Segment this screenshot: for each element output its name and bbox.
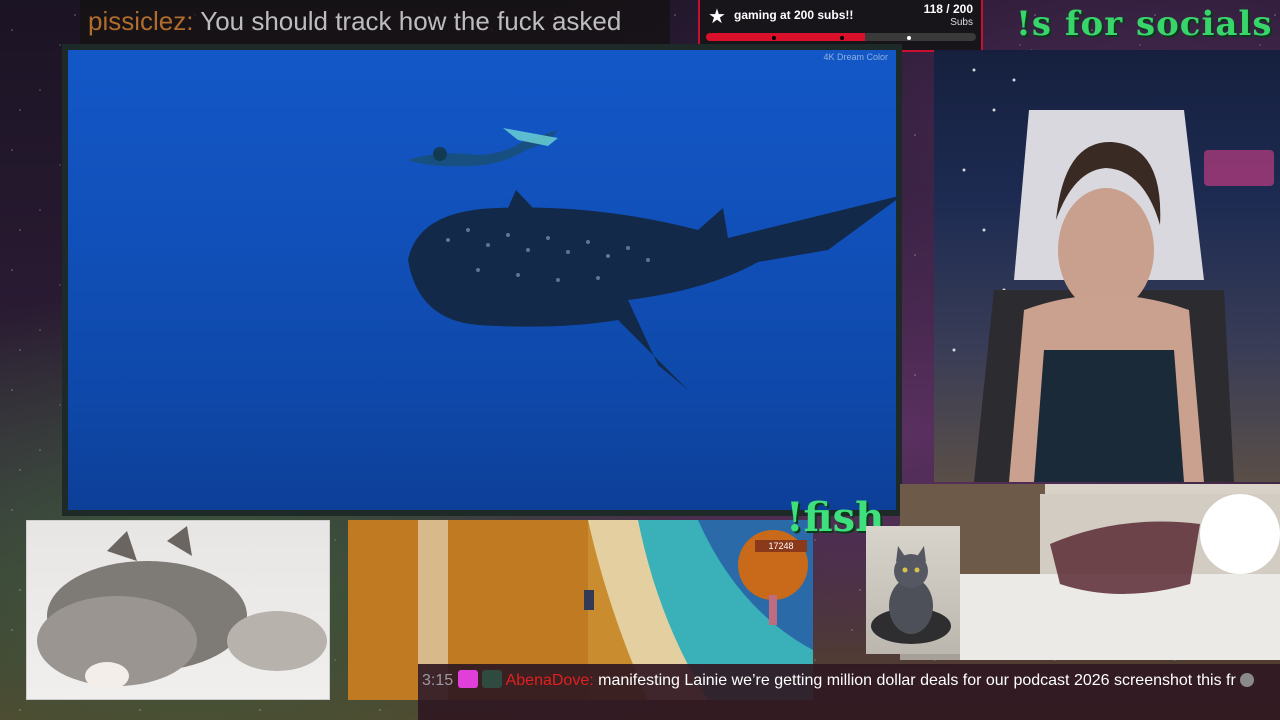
streamer-figure xyxy=(952,68,1274,482)
goal-title: gaming at 200 subs!! xyxy=(734,8,854,22)
chat-timestamp: 3:15 xyxy=(422,672,454,689)
video-watermark: 4K Dream Color xyxy=(823,52,888,62)
top-chat-message: pissiclez: You should track how the fuck… xyxy=(80,0,670,44)
goal-marker xyxy=(840,36,844,40)
chat-username: pissiclez: xyxy=(88,6,194,36)
goal-count: 118 / 200 xyxy=(923,2,973,16)
kittens-image xyxy=(26,520,330,700)
bottom-chat-message: 3:15 AbenaDove: manifesting Lainie we’re… xyxy=(418,664,1280,720)
cat-badge-icon xyxy=(482,670,503,688)
whale-shark-figure xyxy=(408,190,903,390)
chat-username: AbenaDove: xyxy=(505,672,594,689)
cat-figure xyxy=(871,546,951,644)
star-icon: ★ xyxy=(708,6,726,28)
sub-badge-icon xyxy=(457,670,478,688)
chat-text: You should track how the fuck asked xyxy=(200,6,622,36)
streamer-webcam xyxy=(934,50,1280,482)
goal-marker xyxy=(907,36,911,40)
freediver-figure xyxy=(408,128,558,167)
goal-marker xyxy=(772,36,776,40)
emote-icon xyxy=(1240,673,1255,687)
main-video-panel[interactable]: 4K Dream Color xyxy=(62,44,903,516)
money-counter: 17248 xyxy=(768,541,793,551)
chat-text: manifesting Lainie we’re getting million… xyxy=(598,672,1236,689)
cat-camera xyxy=(866,526,960,654)
goal-unit: Subs xyxy=(950,17,973,28)
sleeping-kittens-figure xyxy=(37,526,327,690)
